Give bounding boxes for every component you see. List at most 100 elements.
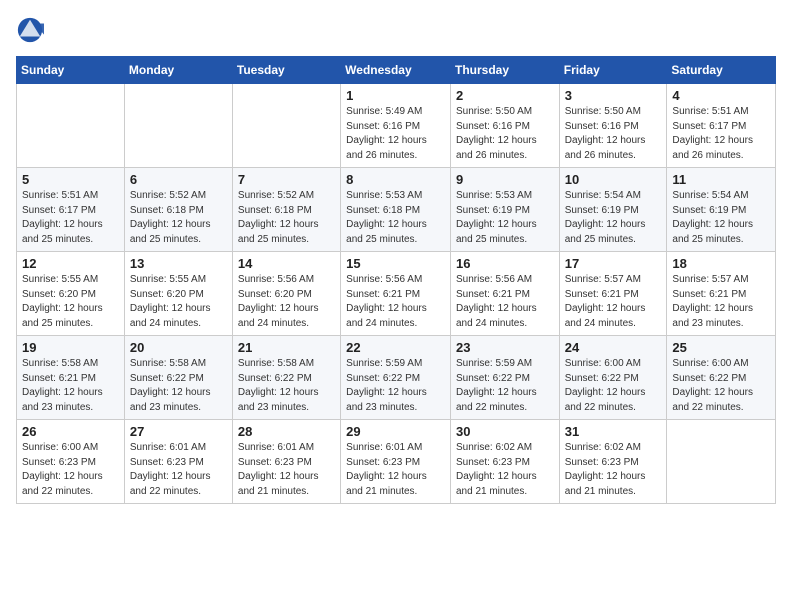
day-info: Sunrise: 5:50 AM Sunset: 6:16 PM Dayligh… — [565, 105, 662, 163]
day-info: Sunrise: 5:54 AM Sunset: 6:19 PM Dayligh… — [672, 189, 770, 247]
day-info: Sunrise: 6:01 AM Sunset: 6:23 PM Dayligh… — [346, 441, 445, 499]
calendar-cell: 31 Sunrise: 6:02 AM Sunset: 6:23 PM Dayli… — [559, 420, 667, 504]
day-info: Sunrise: 5:53 AM Sunset: 6:19 PM Dayligh… — [456, 189, 554, 247]
day-number: 14 — [238, 256, 335, 271]
calendar-cell — [232, 84, 340, 168]
calendar-cell: 16 Sunrise: 5:56 AM Sunset: 6:21 PM Dayli… — [450, 252, 559, 336]
weekday-header-tuesday: Tuesday — [232, 57, 340, 84]
day-number: 27 — [130, 424, 227, 439]
day-info: Sunrise: 5:56 AM Sunset: 6:21 PM Dayligh… — [346, 273, 445, 331]
calendar-cell: 15Sunrise: 5:56 AM Sunset: 6:21 PM Dayli… — [341, 252, 451, 336]
calendar-cell: 13 Sunrise: 5:55 AM Sunset: 6:20 PM Dayli… — [124, 252, 232, 336]
day-info: Sunrise: 6:01 AM Sunset: 6:23 PM Dayligh… — [238, 441, 335, 499]
day-info: Sunrise: 5:51 AM Sunset: 6:17 PM Dayligh… — [22, 189, 119, 247]
day-number: 20 — [130, 340, 227, 355]
weekday-header-monday: Monday — [124, 57, 232, 84]
calendar-cell: 8 Sunrise: 5:53 AM Sunset: 6:18 PM Daylig… — [341, 168, 451, 252]
day-number: 31 — [565, 424, 662, 439]
calendar-cell: 21 Sunrise: 5:58 AM Sunset: 6:22 PM Dayli… — [232, 336, 340, 420]
day-info: Sunrise: 5:49 AM Sunset: 6:16 PM Dayligh… — [346, 105, 445, 163]
calendar-cell: 28Sunrise: 6:01 AM Sunset: 6:23 PM Dayli… — [232, 420, 340, 504]
day-info: Sunrise: 5:54 AM Sunset: 6:19 PM Dayligh… — [565, 189, 662, 247]
calendar-cell: 7 Sunrise: 5:52 AM Sunset: 6:18 PM Daylig… — [232, 168, 340, 252]
day-info: Sunrise: 6:02 AM Sunset: 6:23 PM Dayligh… — [456, 441, 554, 499]
calendar-cell — [124, 84, 232, 168]
calendar-cell: 22 Sunrise: 5:59 AM Sunset: 6:22 PM Dayli… — [341, 336, 451, 420]
calendar-cell: 23Sunrise: 5:59 AM Sunset: 6:22 PM Dayli… — [450, 336, 559, 420]
calendar-cell: 2 Sunrise: 5:50 AM Sunset: 6:16 PM Daylig… — [450, 84, 559, 168]
day-info: Sunrise: 5:50 AM Sunset: 6:16 PM Dayligh… — [456, 105, 554, 163]
weekday-header-wednesday: Wednesday — [341, 57, 451, 84]
weekday-header-thursday: Thursday — [450, 57, 559, 84]
day-info: Sunrise: 5:55 AM Sunset: 6:20 PM Dayligh… — [22, 273, 119, 331]
calendar-cell: 12 Sunrise: 5:55 AM Sunset: 6:20 PM Dayli… — [17, 252, 125, 336]
day-number: 30 — [456, 424, 554, 439]
calendar-cell: 24 Sunrise: 6:00 AM Sunset: 6:22 PM Dayli… — [559, 336, 667, 420]
calendar-cell: 20 Sunrise: 5:58 AM Sunset: 6:22 PM Dayli… — [124, 336, 232, 420]
day-info: Sunrise: 5:56 AM Sunset: 6:21 PM Dayligh… — [456, 273, 554, 331]
calendar-cell: 14 Sunrise: 5:56 AM Sunset: 6:20 PM Dayli… — [232, 252, 340, 336]
calendar-cell — [17, 84, 125, 168]
calendar-cell: 19 Sunrise: 5:58 AM Sunset: 6:21 PM Dayli… — [17, 336, 125, 420]
day-number: 5 — [22, 172, 119, 187]
weekday-header-sunday: Sunday — [17, 57, 125, 84]
day-number: 1 — [346, 88, 445, 103]
day-number: 25 — [672, 340, 770, 355]
day-info: Sunrise: 5:55 AM Sunset: 6:20 PM Dayligh… — [130, 273, 227, 331]
logo — [16, 16, 46, 44]
page-header — [16, 16, 776, 44]
calendar-cell: 6 Sunrise: 5:52 AM Sunset: 6:18 PM Daylig… — [124, 168, 232, 252]
day-number: 29 — [346, 424, 445, 439]
day-number: 10 — [565, 172, 662, 187]
day-info: Sunrise: 5:58 AM Sunset: 6:22 PM Dayligh… — [238, 357, 335, 415]
day-info: Sunrise: 5:57 AM Sunset: 6:21 PM Dayligh… — [672, 273, 770, 331]
day-info: Sunrise: 5:56 AM Sunset: 6:20 PM Dayligh… — [238, 273, 335, 331]
day-info: Sunrise: 5:59 AM Sunset: 6:22 PM Dayligh… — [346, 357, 445, 415]
day-number: 9 — [456, 172, 554, 187]
day-number: 18 — [672, 256, 770, 271]
calendar-cell: 17Sunrise: 5:57 AM Sunset: 6:21 PM Dayli… — [559, 252, 667, 336]
day-number: 17 — [565, 256, 662, 271]
day-number: 8 — [346, 172, 445, 187]
day-number: 4 — [672, 88, 770, 103]
day-info: Sunrise: 6:00 AM Sunset: 6:22 PM Dayligh… — [672, 357, 770, 415]
calendar-cell: 25 Sunrise: 6:00 AM Sunset: 6:22 PM Dayli… — [667, 336, 776, 420]
day-number: 16 — [456, 256, 554, 271]
day-number: 3 — [565, 88, 662, 103]
day-info: Sunrise: 5:58 AM Sunset: 6:22 PM Dayligh… — [130, 357, 227, 415]
calendar-header: SundayMondayTuesdayWednesdayThursdayFrid… — [17, 57, 776, 84]
day-info: Sunrise: 5:52 AM Sunset: 6:18 PM Dayligh… — [130, 189, 227, 247]
calendar-cell: 5 Sunrise: 5:51 AM Sunset: 6:17 PM Daylig… — [17, 168, 125, 252]
day-number: 26 — [22, 424, 119, 439]
day-number: 7 — [238, 172, 335, 187]
day-number: 11 — [672, 172, 770, 187]
day-info: Sunrise: 6:00 AM Sunset: 6:23 PM Dayligh… — [22, 441, 119, 499]
day-number: 21 — [238, 340, 335, 355]
calendar-cell — [667, 420, 776, 504]
day-info: Sunrise: 6:01 AM Sunset: 6:23 PM Dayligh… — [130, 441, 227, 499]
day-info: Sunrise: 5:51 AM Sunset: 6:17 PM Dayligh… — [672, 105, 770, 163]
day-number: 24 — [565, 340, 662, 355]
calendar-table: SundayMondayTuesdayWednesdayThursdayFrid… — [16, 56, 776, 504]
day-info: Sunrise: 6:00 AM Sunset: 6:22 PM Dayligh… — [565, 357, 662, 415]
calendar-cell: 29 Sunrise: 6:01 AM Sunset: 6:23 PM Dayli… — [341, 420, 451, 504]
day-number: 13 — [130, 256, 227, 271]
calendar-cell: 9 Sunrise: 5:53 AM Sunset: 6:19 PM Daylig… — [450, 168, 559, 252]
day-number: 22 — [346, 340, 445, 355]
calendar-cell: 18 Sunrise: 5:57 AM Sunset: 6:21 PM Dayli… — [667, 252, 776, 336]
calendar-cell: 1 Sunrise: 5:49 AM Sunset: 6:16 PM Daylig… — [341, 84, 451, 168]
day-info: Sunrise: 5:58 AM Sunset: 6:21 PM Dayligh… — [22, 357, 119, 415]
day-info: Sunrise: 6:02 AM Sunset: 6:23 PM Dayligh… — [565, 441, 662, 499]
weekday-header-saturday: Saturday — [667, 57, 776, 84]
day-number: 12 — [22, 256, 119, 271]
day-number: 19 — [22, 340, 119, 355]
calendar-cell: 3 Sunrise: 5:50 AM Sunset: 6:16 PM Daylig… — [559, 84, 667, 168]
day-number: 6 — [130, 172, 227, 187]
calendar-cell: 4 Sunrise: 5:51 AM Sunset: 6:17 PM Daylig… — [667, 84, 776, 168]
calendar-cell: 11 Sunrise: 5:54 AM Sunset: 6:19 PM Dayli… — [667, 168, 776, 252]
day-info: Sunrise: 5:53 AM Sunset: 6:18 PM Dayligh… — [346, 189, 445, 247]
day-info: Sunrise: 5:52 AM Sunset: 6:18 PM Dayligh… — [238, 189, 335, 247]
day-number: 2 — [456, 88, 554, 103]
calendar-cell: 30 Sunrise: 6:02 AM Sunset: 6:23 PM Dayli… — [450, 420, 559, 504]
day-info: Sunrise: 5:59 AM Sunset: 6:22 PM Dayligh… — [456, 357, 554, 415]
